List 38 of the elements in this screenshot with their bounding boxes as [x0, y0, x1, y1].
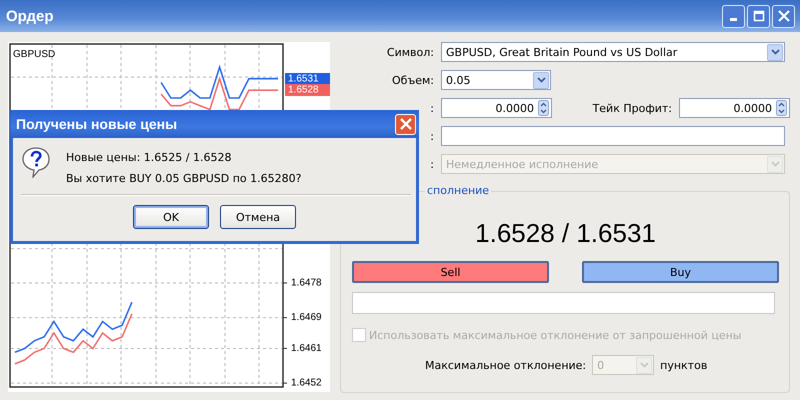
dialog-title: Получены новые цены — [16, 116, 178, 132]
axis-label: 1.6452 — [291, 378, 322, 389]
spinner-arrows-icon[interactable] — [776, 100, 787, 116]
price-tag: 1.6531 — [285, 73, 330, 85]
field-label: : — [429, 102, 434, 114]
unit-label: пунктов — [660, 358, 708, 372]
maximize-icon[interactable] — [747, 4, 770, 28]
field-label: Символ: — [386, 46, 434, 58]
buy-button[interactable]: Buy — [582, 261, 779, 283]
field-label: : — [429, 130, 434, 142]
dropdown-caret-icon[interactable] — [533, 72, 549, 88]
ok-button[interactable]: OK — [133, 205, 209, 229]
field-label: Объем: — [391, 74, 434, 86]
field-label: Тейк Профит: — [592, 102, 672, 114]
minimize-icon[interactable] — [722, 4, 745, 28]
symbol-dropdown[interactable]: GBPUSD, Great Britain Pound vs US Dollar — [441, 42, 785, 62]
number-field[interactable]: 0.0000 — [679, 98, 790, 118]
spinner-arrows-icon[interactable] — [538, 100, 549, 116]
question-icon — [21, 146, 51, 178]
checkbox-label: Использовать максимальное отклонение от запрошенной цены — [369, 328, 742, 342]
field-label: Максимальное отклонение: — [425, 358, 586, 372]
dialog-message: Новые цены: 1.6525 / 1.6528 — [66, 151, 232, 164]
volume-dropdown[interactable]: 0.05 — [441, 70, 551, 90]
axis-label: 1.6461 — [291, 342, 322, 354]
field-label: : — [429, 158, 434, 170]
cancel-button[interactable]: Отмена — [220, 205, 296, 229]
chart-symbol: GBPUSD — [13, 49, 56, 60]
dropdown-caret-icon[interactable] — [767, 44, 783, 60]
number-field[interactable]: 0.0000 — [441, 98, 552, 118]
axis-label: 1.6469 — [291, 312, 322, 324]
price-tag: 1.6528 — [285, 84, 330, 96]
window-title: Ордер — [6, 8, 54, 24]
quote-text: 1.6528 / 1.6531 — [474, 218, 657, 249]
close-icon[interactable] — [772, 4, 795, 28]
dialog-message: Вы хотите BUY 0.05 GBPUSD по 1.65280? — [66, 172, 302, 185]
comment-field[interactable] — [441, 126, 785, 146]
sell-button[interactable]: Sell — [352, 261, 549, 283]
axis-label: 1.6478 — [291, 277, 322, 288]
